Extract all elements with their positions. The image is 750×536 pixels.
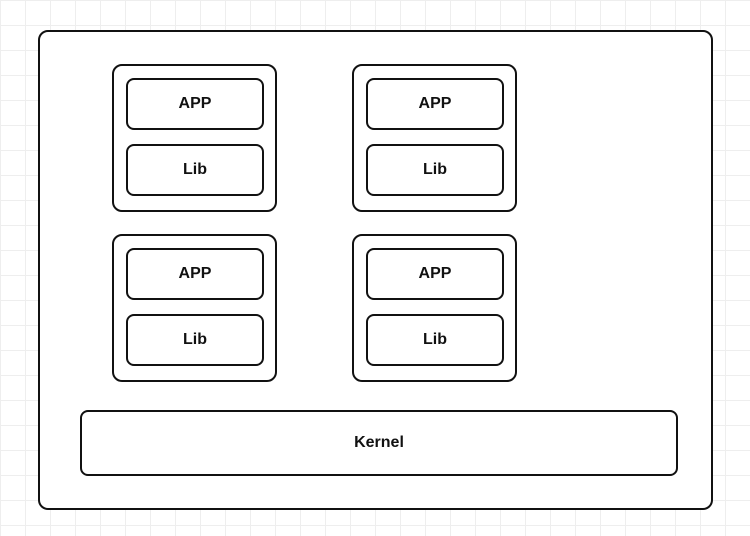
lib-box: Lib bbox=[126, 314, 264, 366]
app-lib-group: APP Lib bbox=[112, 234, 277, 382]
app-lib-group: APP Lib bbox=[352, 64, 517, 212]
app-box: APP bbox=[126, 248, 264, 300]
kernel-box: Kernel bbox=[80, 410, 678, 476]
lib-box: Lib bbox=[366, 144, 504, 196]
lib-box: Lib bbox=[366, 314, 504, 366]
lib-box: Lib bbox=[126, 144, 264, 196]
app-box: APP bbox=[366, 78, 504, 130]
app-lib-group: APP Lib bbox=[352, 234, 517, 382]
app-box: APP bbox=[126, 78, 264, 130]
architecture-container: APP Lib APP Lib APP Lib APP Lib Kernel bbox=[38, 30, 713, 510]
app-box: APP bbox=[366, 248, 504, 300]
app-lib-group: APP Lib bbox=[112, 64, 277, 212]
